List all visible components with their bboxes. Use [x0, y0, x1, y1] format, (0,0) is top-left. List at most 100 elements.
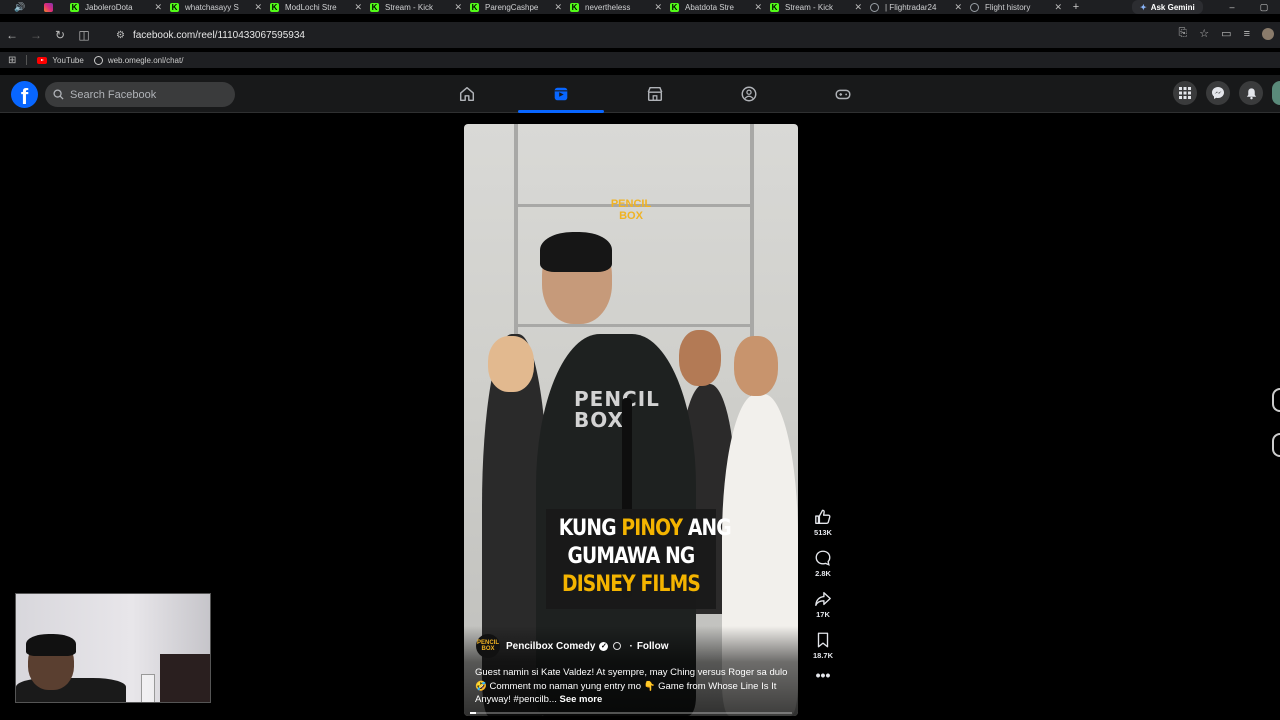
more-options-button[interactable]: •••	[810, 668, 836, 682]
speaker-icon[interactable]: 🔊	[0, 2, 40, 13]
reel-description: Guest namin si Kate Valdez! At syempre, …	[475, 666, 789, 707]
like-count: 513K	[814, 528, 832, 537]
profile-avatar[interactable]	[1262, 27, 1274, 40]
next-reel-button[interactable]	[1272, 433, 1280, 457]
url-field[interactable]: ⚙ facebook.com/reel/1110433067595934	[110, 25, 1230, 45]
close-tab-icon[interactable]: ✕	[554, 2, 562, 13]
reload-button[interactable]: ↻	[48, 28, 72, 42]
messenger-button[interactable]	[1206, 81, 1230, 105]
ask-gemini-button[interactable]: ✦ Ask Gemini	[1132, 0, 1203, 14]
close-tab-icon[interactable]: ✕	[954, 2, 962, 13]
close-tab-icon[interactable]: ✕	[854, 2, 862, 13]
gaming-icon	[835, 89, 851, 100]
browser-tab[interactable]: Flight history ✕	[966, 0, 1066, 14]
bookmark-youtube[interactable]: YouTube	[37, 55, 84, 65]
close-tab-icon[interactable]: ✕	[754, 2, 762, 13]
caption-line-2: GUMAWA NG	[567, 544, 696, 569]
see-more-link[interactable]: See more	[560, 694, 603, 705]
browser-tab[interactable]: K Stream - Kick ✕	[766, 0, 866, 14]
close-tab-icon[interactable]: ✕	[254, 2, 262, 13]
browser-tab-title: ParengCashpe	[485, 2, 539, 12]
caption-word-highlight: PINOY	[621, 516, 683, 541]
messenger-icon	[1212, 87, 1224, 99]
background-person	[488, 336, 534, 392]
close-tab-icon[interactable]: ✕	[154, 2, 162, 13]
nav-groups[interactable]	[702, 75, 796, 113]
menu-button[interactable]	[1173, 81, 1197, 105]
media-controls-icon[interactable]: ≡	[1244, 28, 1250, 40]
bookmarks-bar: ⊞ YouTube web.omegle.onl/chat/	[0, 52, 1280, 68]
facebook-main-nav	[420, 75, 890, 113]
kick-icon: K	[470, 2, 479, 12]
browser-tab[interactable]: K ParengCashpe ✕	[466, 0, 566, 14]
kick-icon: K	[770, 2, 779, 12]
browser-tab[interactable]: Knevertheless ✕	[566, 0, 666, 14]
browser-tab[interactable]: K JaboleroDota ✕	[66, 0, 166, 14]
close-tab-icon[interactable]: ✕	[354, 2, 362, 13]
browser-tab[interactable]: K ModLochi Stre ✕	[266, 0, 366, 14]
nav-reels[interactable]	[514, 75, 608, 113]
maximize-button[interactable]: ▢	[1248, 0, 1280, 14]
forward-button[interactable]: →	[24, 28, 48, 42]
install-app-icon[interactable]: ⎘	[1178, 27, 1187, 40]
reel-author: PENCIL BOX Pencilbox Comedy ✓ · Follow	[476, 634, 668, 658]
split-view-icon[interactable]: ◫	[72, 28, 96, 42]
author-name[interactable]: Pencilbox Comedy	[506, 641, 595, 652]
background-person	[734, 336, 778, 396]
instagram-icon	[44, 2, 53, 12]
browser-tab[interactable]: K Abatdota Stre ✕	[666, 0, 766, 14]
address-bar-row: ← → ↻ ◫ ⚙ facebook.com/reel/111043306759…	[0, 22, 1280, 48]
comment-count: 2.8K	[815, 569, 831, 578]
nav-gaming[interactable]	[796, 75, 890, 113]
previous-reel-button[interactable]	[1272, 388, 1280, 412]
nav-marketplace[interactable]	[608, 75, 702, 113]
minimize-button[interactable]: –	[1216, 0, 1248, 14]
follow-button[interactable]: Follow	[637, 641, 669, 652]
browser-tab[interactable]: Kwhatchasayy S ✕	[166, 0, 266, 14]
bookmark-label: web.omegle.onl/chat/	[107, 55, 184, 65]
nav-home[interactable]	[420, 75, 514, 113]
video-progress-bar[interactable]	[470, 712, 792, 714]
like-button[interactable]: 513K	[810, 508, 836, 537]
facebook-search[interactable]	[45, 82, 235, 107]
close-tab-icon[interactable]: ✕	[654, 2, 662, 13]
reel-video[interactable]: PENCIL BOX PENCIL BOX KUNG PINOY ANG GUM…	[464, 124, 798, 716]
browser-tab[interactable]: | Flightradar24 ✕	[866, 0, 966, 14]
reel-actions: 513K 2.8K 17K 18.7K •••	[810, 508, 836, 692]
author-avatar[interactable]: PENCIL BOX	[476, 634, 500, 658]
address-bar-actions: ⎘ ☆ ▭ ≡	[1178, 27, 1274, 40]
caption-line-1: KUNG PINOY ANG	[558, 515, 732, 543]
main-person	[540, 232, 612, 272]
apps-grid-icon[interactable]: ⊞	[8, 55, 16, 66]
browser-tab-instagram[interactable]	[40, 0, 66, 14]
pencilbox-watermark: PENCIL BOX	[610, 198, 652, 222]
webcam-background	[160, 654, 210, 702]
close-tab-icon[interactable]: ✕	[1054, 2, 1062, 13]
comment-button[interactable]: 2.8K	[810, 549, 836, 578]
share-arrow-icon	[815, 592, 831, 606]
notifications-button[interactable]	[1239, 81, 1263, 105]
browser-tab-strip: 🔊 K JaboleroDota ✕ Kwhatchasayy S ✕ K ModLochi…	[0, 0, 1280, 14]
bookmark-star-icon[interactable]: ☆	[1199, 27, 1209, 40]
browser-tab-title: JaboleroDota	[85, 2, 133, 12]
bookmark-omegle[interactable]: web.omegle.onl/chat/	[93, 55, 184, 65]
url-text: facebook.com/reel/1110433067595934	[132, 29, 305, 41]
share-button[interactable]: 17K	[810, 590, 836, 619]
site-info-icon[interactable]: ⚙	[116, 30, 125, 41]
description-text: Guest namin si Kate Valdez! At syempre, …	[475, 667, 788, 705]
background-person	[679, 330, 721, 386]
close-tab-icon[interactable]: ✕	[454, 2, 462, 13]
account-avatar[interactable]	[1272, 81, 1280, 105]
bell-icon	[1246, 87, 1256, 99]
back-button[interactable]: ←	[0, 28, 24, 42]
new-tab-button[interactable]: +	[1068, 1, 1084, 13]
browser-tab[interactable]: K Stream - Kick ✕	[366, 0, 466, 14]
facebook-logo[interactable]: f	[11, 81, 38, 108]
search-input[interactable]	[70, 88, 220, 101]
caption-word: KUNG	[558, 516, 617, 541]
bookmark-label: YouTube	[52, 55, 84, 65]
caption-word: ANG	[687, 516, 732, 541]
save-button[interactable]: 18.7K	[810, 631, 836, 660]
globe-icon	[613, 642, 622, 650]
side-panel-icon[interactable]: ▭	[1221, 27, 1231, 40]
